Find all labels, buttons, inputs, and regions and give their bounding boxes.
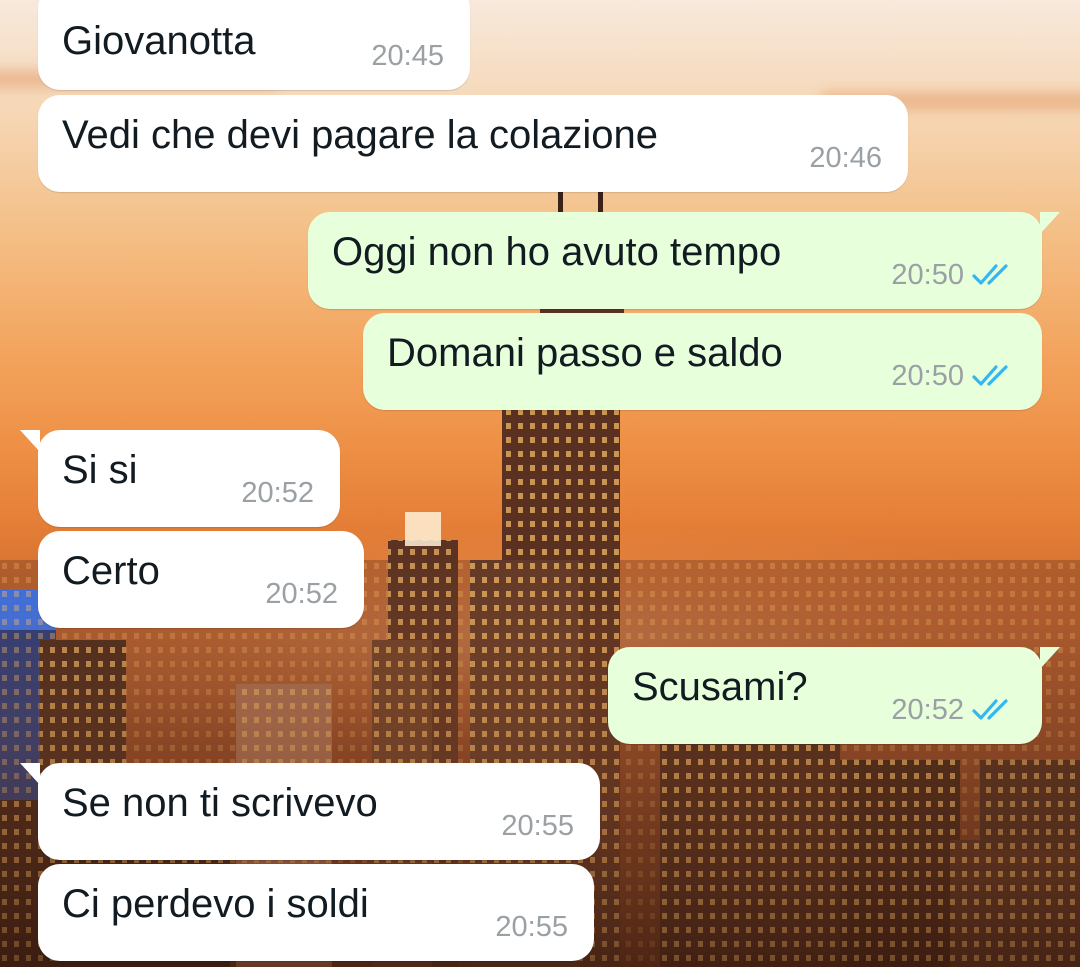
outgoing-message-bubble[interactable]: Domani passo e saldo 20:50 (363, 313, 1042, 410)
incoming-message-bubble[interactable]: Vedi che devi pagare la colazione 20:46 (38, 95, 908, 192)
double-check-read-icon (972, 365, 1008, 386)
message-time: 20:52 (241, 477, 314, 509)
message-text: Domani passo e saldo (387, 331, 783, 375)
message-meta: 20:55 (495, 911, 568, 943)
incoming-message-bubble[interactable]: Certo 20:52 (38, 531, 364, 628)
incoming-message-bubble[interactable]: Si si 20:52 (20, 430, 340, 527)
bubble-tail (20, 763, 40, 785)
message-time: 20:50 (891, 259, 964, 291)
message-text: Se non ti scrivevo (62, 781, 378, 825)
double-check-read-icon (972, 699, 1008, 720)
message-time: 20:52 (265, 578, 338, 610)
message-text: Giovanotta (62, 19, 256, 63)
message-meta: 20:46 (809, 142, 882, 174)
message-time: 20:46 (809, 142, 882, 174)
message-text: Oggi non ho avuto tempo (332, 230, 782, 274)
message-meta: 20:50 (891, 259, 1016, 291)
message-meta: 20:50 (891, 360, 1016, 392)
incoming-message-bubble[interactable]: Ci perdevo i soldi 20:55 (38, 864, 594, 961)
outgoing-message-bubble[interactable]: Oggi non ho avuto tempo 20:50 (308, 212, 1060, 309)
message-meta: 20:52 (891, 694, 1016, 726)
message-meta: 20:52 (265, 578, 338, 610)
double-check-read-icon (972, 264, 1008, 285)
message-text: Certo (62, 549, 160, 593)
message-time: 20:55 (501, 810, 574, 842)
message-text: Ci perdevo i soldi (62, 882, 369, 926)
message-time: 20:52 (891, 694, 964, 726)
message-text: Vedi che devi pagare la colazione (62, 113, 658, 157)
message-meta: 20:52 (241, 477, 314, 509)
incoming-message-bubble[interactable]: Se non ti scrivevo 20:55 (20, 763, 600, 860)
message-meta: 20:55 (501, 810, 574, 842)
message-time: 20:50 (891, 360, 964, 392)
bubble-tail (1040, 647, 1060, 669)
outgoing-message-bubble[interactable]: Scusami? 20:52 (608, 647, 1060, 744)
bubble-tail (1040, 212, 1060, 234)
message-text: Scusami? (632, 665, 808, 709)
incoming-message-bubble[interactable]: Giovanotta 20:45 (38, 0, 470, 90)
message-text: Si si (62, 448, 138, 492)
message-time: 20:45 (371, 40, 444, 72)
bubble-tail (20, 430, 40, 452)
message-meta: 20:45 (371, 40, 444, 72)
message-time: 20:55 (495, 911, 568, 943)
